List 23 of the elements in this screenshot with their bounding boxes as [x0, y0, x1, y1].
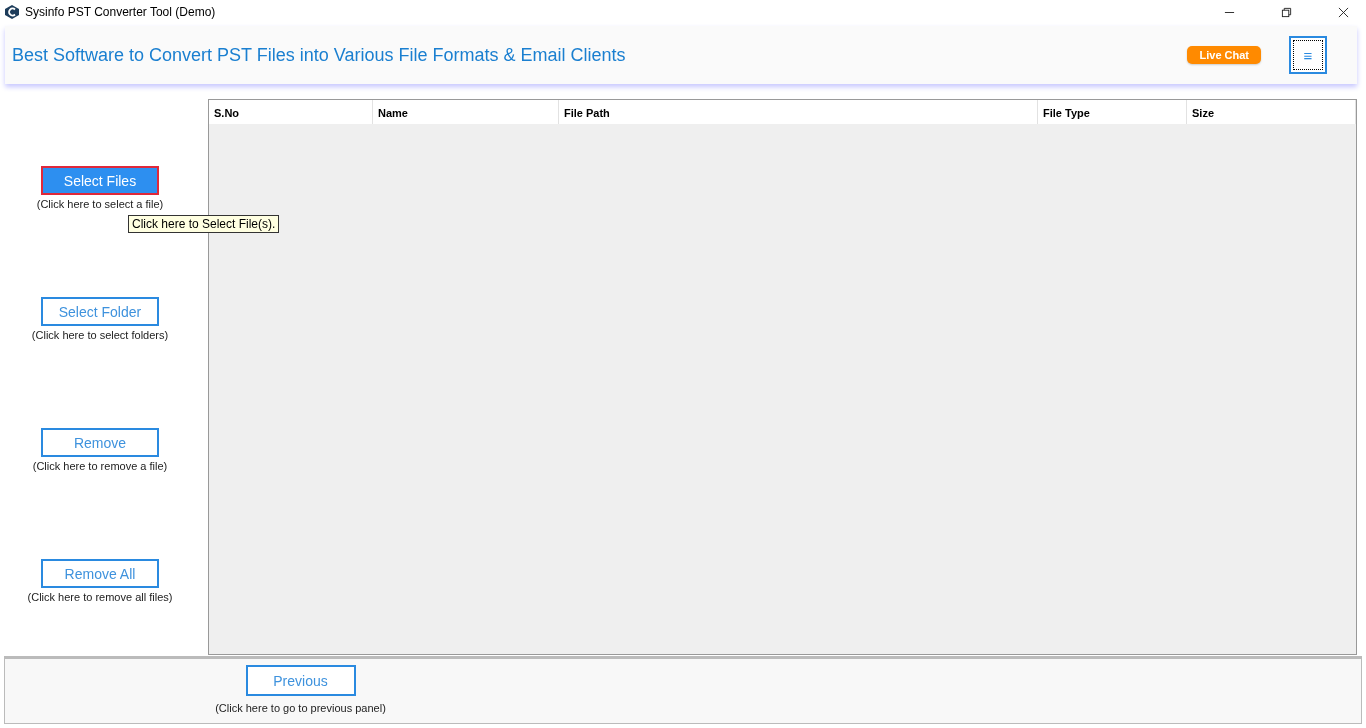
column-header[interactable]: Size — [1187, 100, 1356, 124]
tooltip: Click here to Select File(s). — [128, 215, 280, 233]
headline: Best Software to Convert PST Files into Various File Formats & Email Clients — [12, 44, 626, 66]
menu-button[interactable]: ≡ — [1289, 36, 1327, 74]
action-hint: (Click here to remove a file) — [32, 460, 168, 472]
action-hint: (Click here to remove all files) — [27, 591, 173, 603]
window-title: Sysinfo PST Converter Tool (Demo) — [25, 5, 216, 19]
action-button[interactable]: Select Files — [41, 166, 159, 195]
previous-button[interactable]: Previous — [245, 665, 356, 696]
action-button[interactable]: Select Folder — [41, 297, 159, 326]
action-hint: (Click here to select a file) — [36, 198, 164, 210]
column-header[interactable]: File Type — [1038, 100, 1187, 124]
column-header[interactable]: S.No — [209, 100, 373, 124]
column-header[interactable]: File Path — [559, 100, 1038, 124]
column-header[interactable]: Name — [373, 100, 559, 124]
action-hint: (Click here to select folders) — [31, 329, 169, 341]
restore-icon[interactable] — [1281, 6, 1292, 18]
previous-hint: (Click here to go to previous panel) — [215, 702, 386, 714]
app-logo-icon — [5, 5, 19, 19]
action-button[interactable]: Remove — [41, 428, 159, 457]
close-icon[interactable] — [1338, 6, 1349, 18]
live-chat-button[interactable]: Live Chat — [1187, 46, 1261, 64]
action-button[interactable]: Remove All — [41, 559, 159, 588]
